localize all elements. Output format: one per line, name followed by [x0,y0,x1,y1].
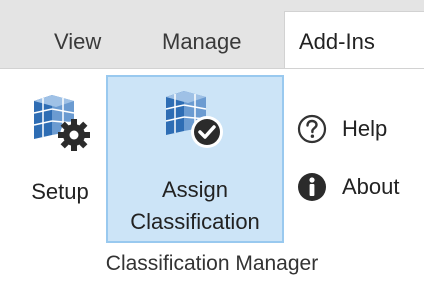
setup-button[interactable]: Setup [14,77,106,237]
question-circle-icon [297,114,327,144]
ribbon-panel: Setup Assign Classification Help About C… [0,68,424,287]
help-button-label: Help [342,116,388,141]
building-check-icon [165,91,223,148]
ribbon-tab-strip: View Manage Add-Ins [0,0,424,68]
assign-button-label-line2: Classification [130,209,260,234]
assign-button-label-line1: Assign [161,177,229,202]
building-gear-icon [33,95,90,151]
tab-view[interactable]: View [54,17,101,67]
tab-manage[interactable]: Manage [162,17,242,67]
info-circle-icon [298,173,326,201]
tab-add-ins[interactable]: Add-Ins [284,11,424,68]
setup-button-label: Setup [31,179,89,204]
about-button-label: About [342,174,400,199]
assign-classification-button[interactable]: Assign Classification [106,75,284,243]
about-button[interactable]: About [296,167,422,207]
panel-group-label: Classification Manager [105,252,319,275]
help-button[interactable]: Help [296,109,422,149]
